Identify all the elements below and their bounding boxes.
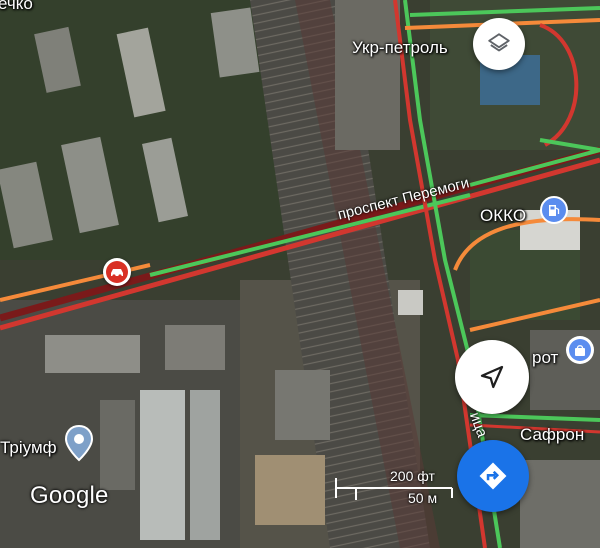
gas-station-icon[interactable] bbox=[540, 196, 568, 224]
google-logo: Google bbox=[30, 482, 109, 509]
map-label-ukr-petrol[interactable]: Укр-петроль bbox=[352, 38, 448, 58]
place-pin-icon[interactable] bbox=[64, 424, 94, 462]
directions-icon bbox=[479, 462, 507, 490]
layers-icon bbox=[488, 33, 510, 52]
directions-button[interactable] bbox=[457, 440, 529, 512]
map-label-safron[interactable]: Сафрон bbox=[520, 425, 584, 445]
map-label-okko[interactable]: ОККО bbox=[480, 206, 526, 226]
map-label-rot[interactable]: рот bbox=[532, 348, 558, 368]
layers-button[interactable] bbox=[473, 18, 525, 70]
navigation-arrow-icon bbox=[480, 365, 504, 389]
my-location-button[interactable] bbox=[455, 340, 529, 414]
car-crash-icon[interactable] bbox=[103, 258, 131, 286]
map-view[interactable]: ечко Укр-петроль проспект Перемоги ОККО … bbox=[0, 0, 600, 548]
scale-metric: 50 м bbox=[408, 490, 438, 506]
map-label-top-left: ечко bbox=[0, 0, 33, 13]
map-label-triumf[interactable]: Тріумф bbox=[0, 438, 57, 458]
shopping-bag-icon[interactable] bbox=[566, 336, 594, 364]
scale-bar: 200 фт 50 м bbox=[334, 468, 454, 508]
